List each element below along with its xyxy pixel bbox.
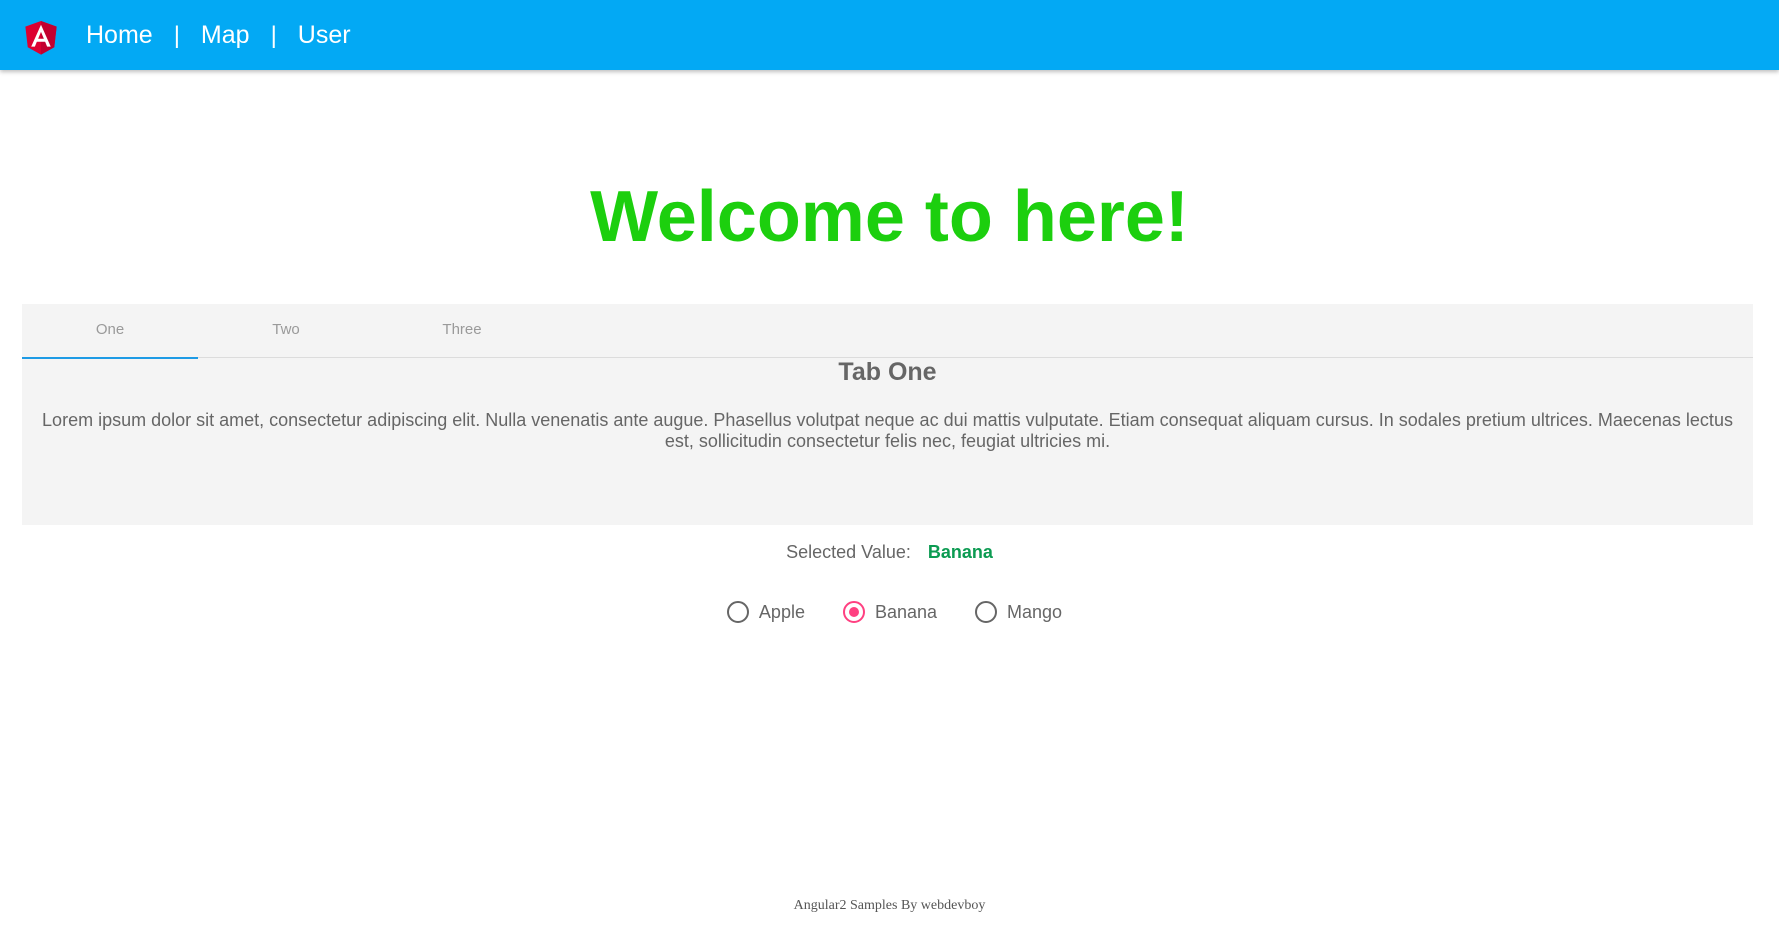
radio-button-banana[interactable] bbox=[842, 601, 865, 623]
fruit-radio-group: Apple Banana Mango bbox=[0, 601, 1779, 623]
angular-logo-icon[interactable] bbox=[20, 14, 62, 60]
top-navbar: Home | Map | User bbox=[0, 0, 1779, 70]
nav-user-link[interactable]: User bbox=[298, 21, 351, 50]
radio-option-banana[interactable]: Banana bbox=[842, 601, 937, 623]
tab-bar: One Two Three bbox=[22, 304, 1753, 359]
selected-value-row: Selected Value: Banana bbox=[0, 542, 1779, 563]
selected-value-text: Banana bbox=[927, 542, 993, 562]
nav-separator: | bbox=[173, 21, 180, 49]
tab-two[interactable]: Two bbox=[198, 304, 374, 357]
radio-option-mango[interactable]: Mango bbox=[975, 601, 1062, 623]
footer-text: Angular2 Samples By webdevboy bbox=[793, 898, 986, 913]
radio-option-apple[interactable]: Apple bbox=[726, 601, 805, 623]
selected-value-label: Selected Value: bbox=[786, 542, 911, 562]
nav-home-link[interactable]: Home bbox=[86, 21, 153, 50]
radio-button-apple[interactable] bbox=[726, 601, 749, 623]
nav-separator: | bbox=[270, 21, 277, 49]
tabs-panel: One Two Three Tab One Lorem ipsum dolor … bbox=[22, 304, 1753, 525]
radio-label-mango[interactable]: Mango bbox=[1007, 602, 1062, 623]
tab-one[interactable]: One bbox=[22, 304, 198, 359]
nav-map-link[interactable]: Map bbox=[201, 21, 250, 50]
tab-three[interactable]: Three bbox=[374, 304, 550, 357]
radio-label-banana[interactable]: Banana bbox=[875, 602, 937, 623]
welcome-heading: Welcome to here! bbox=[590, 177, 1189, 257]
tab-content-title: Tab One bbox=[838, 358, 937, 386]
tab-content-text: Lorem ipsum dolor sit amet, consectetur … bbox=[42, 410, 1733, 451]
radio-label-apple[interactable]: Apple bbox=[759, 602, 805, 623]
nav-links: Home | Map | User bbox=[86, 21, 351, 50]
radio-button-mango[interactable] bbox=[975, 601, 998, 623]
